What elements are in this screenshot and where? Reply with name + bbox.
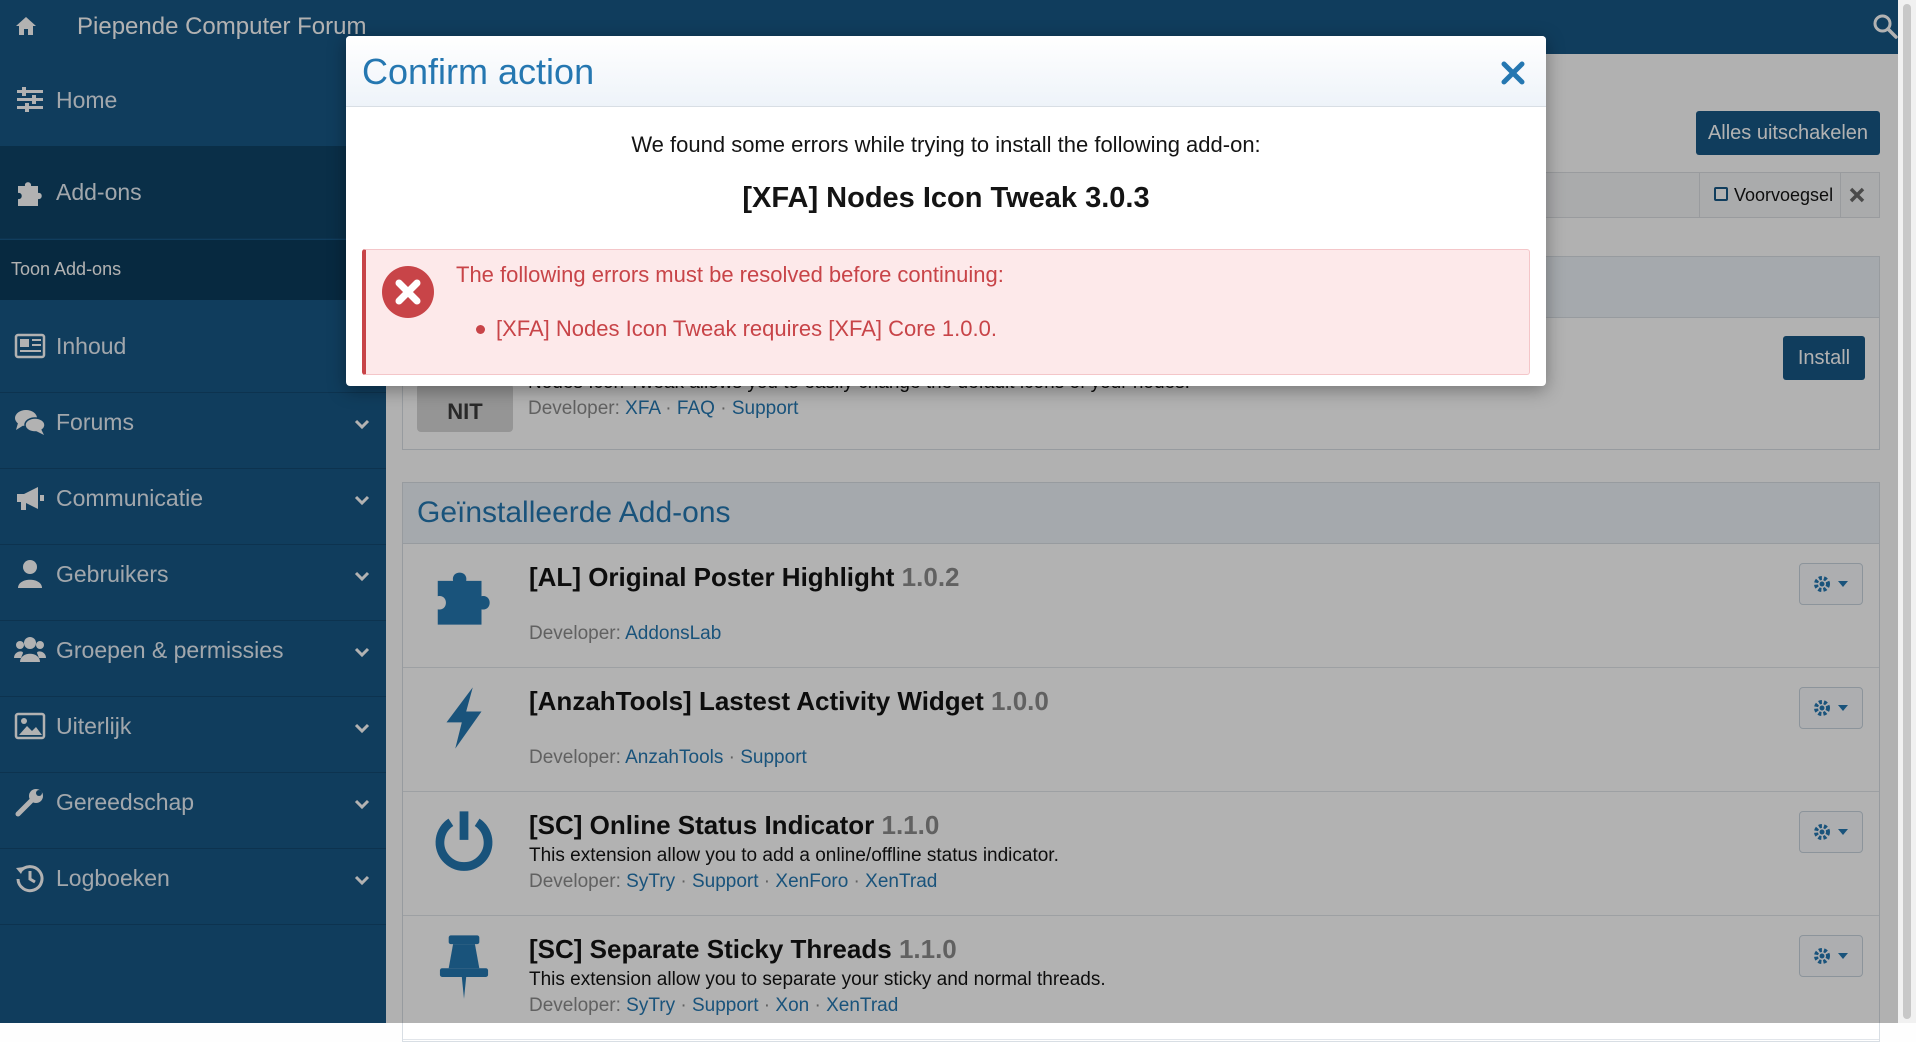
error-text: [XFA] Nodes Icon Tweak requires [XFA] Co… [496,316,997,341]
dialog-addon-name: [XFA] Nodes Icon Tweak 3.0.3 [742,182,1150,214]
bullet-icon [476,325,485,334]
dialog-title: Confirm action [362,51,595,92]
confirm-action-dialog: Confirm action We found some errors whil… [346,36,1546,386]
error-icon [380,264,436,320]
dialog-header: Confirm action [346,36,1546,107]
error-heading: The following errors must be resolved be… [456,262,1004,287]
error-box: The following errors must be resolved be… [362,249,1530,375]
vertical-scrollbar[interactable] [1898,0,1916,1023]
error-list-item: [XFA] Nodes Icon Tweak requires [XFA] Co… [476,314,997,344]
scrollbar-thumb[interactable] [1903,4,1911,1019]
dialog-message: We found some errors while trying to ins… [631,132,1261,157]
close-icon[interactable] [1498,58,1528,88]
